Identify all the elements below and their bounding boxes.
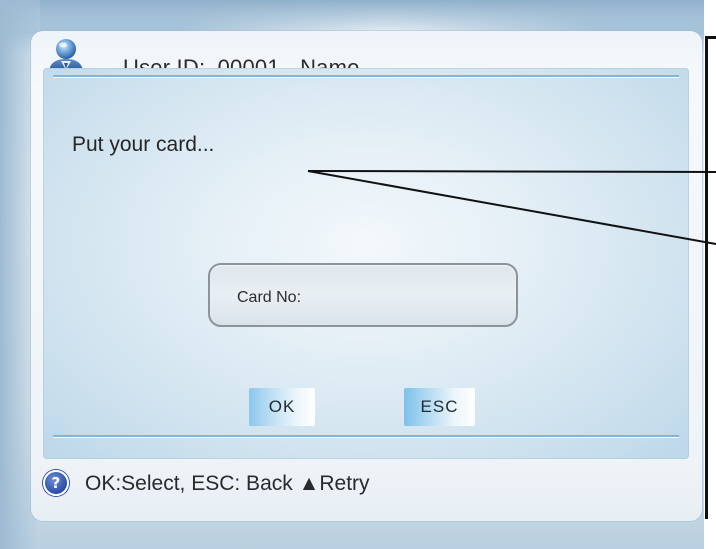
bottom-divider xyxy=(53,435,679,437)
device-screen-capture: User ID: 00001 Name Put your card... Car… xyxy=(0,0,716,549)
card-number-field: Card No: xyxy=(208,263,518,327)
card-enroll-panel: Put your card... Card No: OK ESC xyxy=(43,68,689,459)
key-hint: OK:Select, ESC: Back ▲Retry xyxy=(85,472,370,495)
esc-button[interactable]: ESC xyxy=(404,388,475,426)
main-screen-panel: User ID: 00001 Name Put your card... Car… xyxy=(31,31,702,521)
footer-hint-bar: ? OK:Select, ESC: Back ▲Retry xyxy=(31,465,702,521)
card-number-label: Card No: xyxy=(237,289,302,306)
annotation-callout-box xyxy=(705,36,716,519)
top-divider xyxy=(53,75,679,77)
card-prompt: Put your card... xyxy=(72,133,215,156)
ok-button[interactable]: OK xyxy=(249,388,315,426)
help-icon[interactable]: ? xyxy=(43,470,69,496)
